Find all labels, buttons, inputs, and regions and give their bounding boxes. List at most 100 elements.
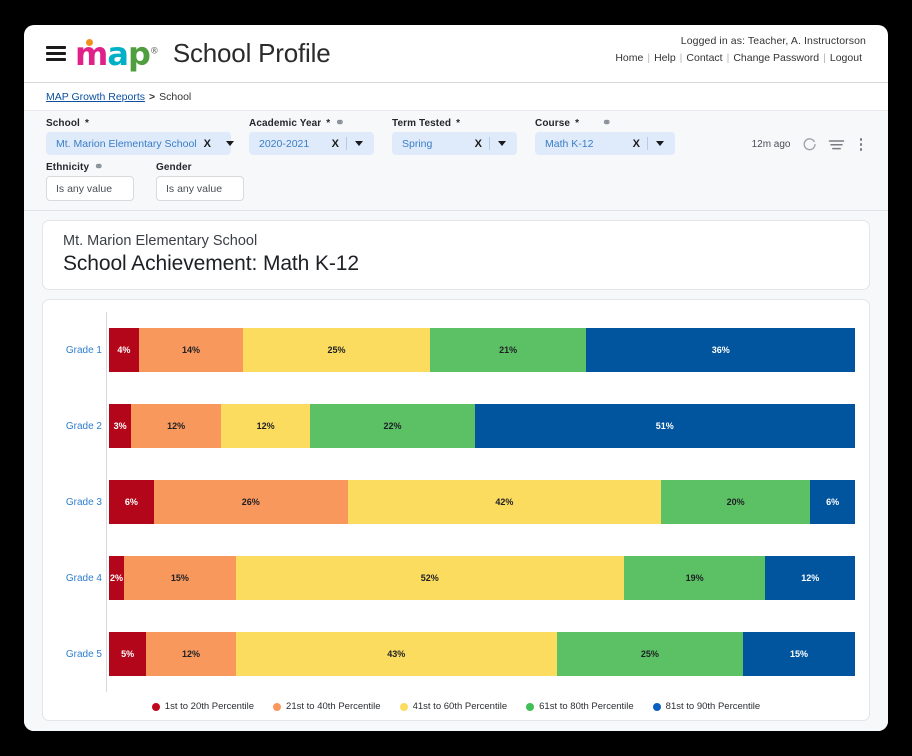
filter-course-label-text: Course bbox=[535, 118, 571, 129]
breadcrumb-root-link[interactable]: MAP Growth Reports bbox=[46, 91, 145, 103]
legend-color-dot-icon bbox=[273, 702, 282, 711]
filter-course-dropdown[interactable]: Math K-12 X bbox=[535, 132, 675, 155]
app-title: School Profile bbox=[172, 37, 331, 68]
bar-segment[interactable]: 3% bbox=[109, 404, 132, 448]
chevron-down-icon[interactable] bbox=[656, 141, 664, 146]
filter-school: School * Mt. Marion Elementary School X bbox=[46, 118, 234, 155]
bar-segment[interactable]: 51% bbox=[474, 404, 855, 448]
filter-academic-year-dropdown[interactable]: 2020-2021 X bbox=[249, 132, 374, 155]
bar-segment[interactable]: 12% bbox=[131, 404, 221, 448]
breadcrumb-separator: > bbox=[149, 91, 156, 103]
report-school-name: Mt. Marion Elementary School bbox=[63, 233, 258, 249]
legend-color-dot-icon bbox=[526, 702, 535, 711]
legend-item[interactable]: 41st to 60th Percentile bbox=[399, 701, 507, 712]
breadcrumb-current: School bbox=[159, 91, 192, 103]
filter-gender: Gender Is any value bbox=[156, 162, 244, 201]
nav-link-contact[interactable]: Contact bbox=[682, 52, 726, 64]
link-chain-icon: ⚭ bbox=[602, 117, 612, 129]
bar-segment[interactable]: 22% bbox=[310, 404, 475, 448]
filter-academic-year-label: Academic Year * ⚭ bbox=[249, 117, 374, 130]
nav-link-help[interactable]: Help bbox=[650, 52, 680, 64]
grade-label-link[interactable]: Grade 1 bbox=[57, 345, 102, 356]
filter-gender-label-text: Gender bbox=[156, 162, 192, 173]
chevron-down-icon[interactable] bbox=[225, 141, 234, 146]
filter-bar: School * Mt. Marion Elementary School X A… bbox=[24, 110, 888, 211]
logged-in-label: Logged in as: Teacher, A. Instructorson bbox=[680, 35, 866, 47]
chart-row: Grade 3 6% 26% 42% 20% 6% bbox=[66, 464, 855, 540]
bar-segment[interactable]: 20% bbox=[661, 480, 811, 524]
filter-ethnicity-input[interactable]: Is any value bbox=[46, 176, 134, 201]
bar-segment[interactable]: 42% bbox=[347, 480, 662, 524]
divider bbox=[647, 137, 648, 150]
chevron-down-icon[interactable] bbox=[355, 141, 363, 146]
report-title-card: Mt. Marion Elementary School School Achi… bbox=[42, 220, 870, 290]
link-chain-icon: ⚭ bbox=[94, 161, 104, 173]
filter-school-label: School * bbox=[46, 118, 231, 129]
bar-segment[interactable]: 4% bbox=[109, 328, 139, 372]
nav-link-change-password[interactable]: Change Password bbox=[729, 52, 823, 64]
stacked-bar: 2% 15% 52% 19% 12% bbox=[109, 556, 855, 600]
bar-segment[interactable]: 26% bbox=[153, 480, 348, 524]
filter-school-label-text: School bbox=[46, 118, 80, 129]
chart-legend: 1st to 20th Percentile 21st to 40th Perce… bbox=[57, 692, 855, 712]
grade-label-link[interactable]: Grade 5 bbox=[57, 649, 102, 660]
bar-segment[interactable]: 2% bbox=[109, 556, 124, 600]
stacked-bar: 3% 12% 12% 22% 51% bbox=[109, 404, 855, 448]
grade-label-link[interactable]: Grade 4 bbox=[57, 573, 102, 584]
chevron-down-icon[interactable] bbox=[498, 141, 506, 146]
filter-term-tested-clear-icon[interactable]: X bbox=[468, 138, 489, 150]
bar-segment[interactable]: 19% bbox=[623, 556, 766, 600]
legend-label: 61st to 80th Percentile bbox=[539, 701, 634, 712]
filter-school-clear-icon[interactable]: X bbox=[197, 138, 218, 150]
bar-segment[interactable]: 15% bbox=[743, 632, 855, 676]
stacked-bar: 4% 14% 25% 21% 36% bbox=[109, 328, 855, 372]
refresh-icon[interactable] bbox=[802, 137, 817, 152]
bar-segment[interactable]: 15% bbox=[123, 556, 236, 600]
legend-item[interactable]: 1st to 20th Percentile bbox=[151, 701, 254, 712]
legend-color-dot-icon bbox=[151, 702, 160, 711]
bar-segment[interactable]: 12% bbox=[765, 556, 855, 600]
filter-icon[interactable] bbox=[828, 138, 845, 152]
bar-segment[interactable]: 14% bbox=[138, 328, 244, 372]
legend-item[interactable]: 21st to 40th Percentile bbox=[273, 701, 381, 712]
bar-segment[interactable]: 6% bbox=[109, 480, 154, 524]
bar-segment[interactable]: 36% bbox=[586, 328, 855, 372]
bar-segment[interactable]: 5% bbox=[109, 632, 147, 676]
more-vertical-icon[interactable] bbox=[856, 137, 867, 152]
filter-academic-year-clear-icon[interactable]: X bbox=[325, 138, 346, 150]
divider bbox=[346, 137, 347, 150]
map-logo[interactable]: map ® bbox=[75, 38, 159, 70]
link-chain-icon: ⚭ bbox=[335, 117, 345, 129]
stacked-bar: 5% 12% 43% 25% 15% bbox=[109, 632, 855, 676]
hamburger-menu-icon[interactable] bbox=[46, 45, 66, 61]
chart-row: Grade 2 3% 12% 12% 22% 51% bbox=[66, 388, 855, 464]
filter-academic-year-value: 2020-2021 bbox=[259, 137, 310, 150]
filter-term-tested: Term Tested * Spring X bbox=[392, 118, 517, 155]
filter-school-dropdown[interactable]: Mt. Marion Elementary School X bbox=[46, 132, 234, 155]
filter-ethnicity-value: Is any value bbox=[56, 182, 113, 195]
bar-segment[interactable]: 52% bbox=[235, 556, 624, 600]
bar-segment[interactable]: 12% bbox=[146, 632, 236, 676]
bar-segment[interactable]: 43% bbox=[235, 632, 557, 676]
bar-segment[interactable]: 6% bbox=[810, 480, 855, 524]
filter-course-clear-icon[interactable]: X bbox=[626, 138, 647, 150]
grade-label-link[interactable]: Grade 3 bbox=[57, 497, 102, 508]
legend-color-dot-icon bbox=[399, 702, 408, 711]
filter-course-value: Math K-12 bbox=[545, 137, 594, 150]
filter-term-tested-dropdown[interactable]: Spring X bbox=[392, 132, 517, 155]
grade-label-link[interactable]: Grade 2 bbox=[57, 421, 102, 432]
bar-segment[interactable]: 12% bbox=[220, 404, 311, 448]
bar-segment[interactable]: 25% bbox=[243, 328, 430, 372]
bar-segment[interactable]: 21% bbox=[429, 328, 587, 372]
legend-color-dot-icon bbox=[652, 702, 661, 711]
filter-term-tested-label-text: Term Tested bbox=[392, 118, 452, 129]
nav-link-logout[interactable]: Logout bbox=[826, 52, 866, 64]
legend-item[interactable]: 61st to 80th Percentile bbox=[526, 701, 634, 712]
app-window: map ® School Profile Logged in as: Teache… bbox=[24, 25, 888, 731]
nav-link-home[interactable]: Home bbox=[611, 52, 647, 64]
bar-segment[interactable]: 25% bbox=[556, 632, 744, 676]
legend-item[interactable]: 81st to 90th Percentile bbox=[652, 701, 760, 712]
filter-gender-input[interactable]: Is any value bbox=[156, 176, 244, 201]
header-nav-links: Home | Help | Contact | Change Password | Logout bbox=[611, 52, 866, 64]
chart-row: Grade 5 5% 12% 43% 25% 15% bbox=[66, 616, 855, 692]
